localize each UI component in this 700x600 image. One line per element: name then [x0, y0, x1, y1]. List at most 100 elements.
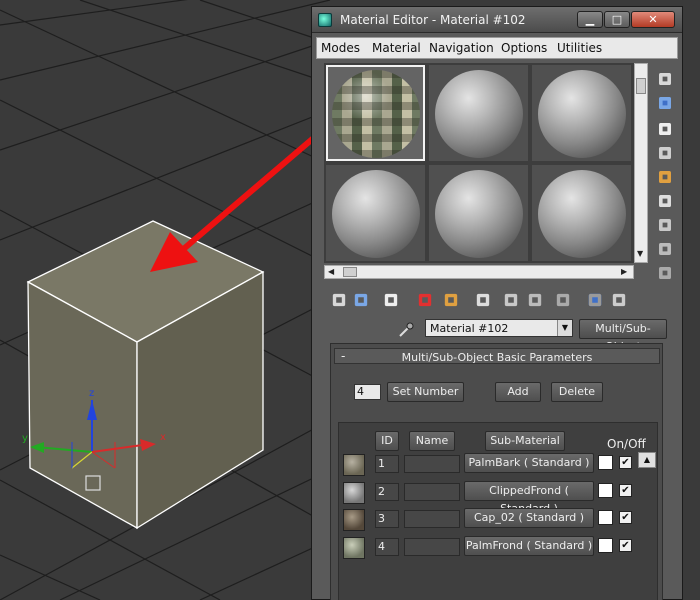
red-arrow-annotation: [150, 115, 340, 272]
title-bar[interactable]: Material Editor - Material #102 ▁ □ ✕: [312, 7, 682, 33]
row-name-field[interactable]: [404, 455, 460, 473]
get-material-icon[interactable]: [333, 294, 346, 307]
multi-sub-object-rollout: - Multi/Sub-Object Basic Parameters 4 Se…: [330, 343, 663, 600]
assign-to-selection-icon[interactable]: [385, 294, 398, 307]
sort-by-id-button[interactable]: ID: [375, 431, 399, 451]
add-button[interactable]: Add: [495, 382, 541, 402]
scroll-right-arrow-icon[interactable]: ▶: [621, 267, 627, 276]
menu-material[interactable]: Material: [372, 41, 421, 55]
options-icon[interactable]: [659, 219, 671, 231]
rollout-header[interactable]: - Multi/Sub-Object Basic Parameters: [334, 348, 660, 364]
row-id-field[interactable]: 3: [375, 510, 399, 528]
material-type-button[interactable]: Multi/Sub-Object: [579, 319, 667, 353]
sample-slot-4[interactable]: [326, 165, 425, 261]
sample-slot-5[interactable]: [429, 165, 528, 261]
bottom-toolbar: [324, 289, 674, 313]
sample-uv-tiling-icon[interactable]: [659, 147, 671, 159]
table-row: 2 ClippedFrond ( Standard ) ✔: [339, 481, 659, 515]
menu-utilities[interactable]: Utilities: [557, 41, 602, 55]
sub-material-button[interactable]: PalmBark ( Standard ): [464, 453, 594, 473]
go-forward-to-sibling-icon[interactable]: [613, 294, 626, 307]
box-object[interactable]: [26, 220, 265, 530]
number-of-materials-field[interactable]: 4: [354, 384, 381, 400]
sample-slot-1[interactable]: [326, 65, 425, 161]
sub-material-button[interactable]: Cap_02 ( Standard ): [464, 508, 594, 528]
set-number-button[interactable]: Set Number: [387, 382, 464, 402]
material-sphere-preview: [435, 170, 523, 258]
row-name-field[interactable]: [404, 538, 460, 556]
gizmo-y-label: y: [22, 433, 28, 444]
sub-material-thumbnail[interactable]: [343, 509, 365, 531]
scrollbar-thumb[interactable]: [343, 267, 357, 277]
material-map-navigator-icon[interactable]: [659, 267, 671, 279]
material-editor-app-icon: [318, 13, 332, 27]
color-swatch[interactable]: [598, 483, 613, 498]
sub-material-list: ID Name Sub-Material On/Off ▲ 1 PalmBark …: [338, 422, 658, 600]
reset-map-icon[interactable]: [419, 294, 432, 307]
sub-material-button[interactable]: PalmFrond ( Standard ): [464, 536, 594, 556]
material-sphere-preview: [332, 70, 420, 158]
chevron-down-icon[interactable]: ▼: [557, 320, 572, 336]
maximize-button[interactable]: □: [604, 11, 630, 28]
show-map-in-viewport-icon[interactable]: [529, 294, 542, 307]
sample-slot-6[interactable]: [532, 165, 631, 261]
menu-options[interactable]: Options: [501, 41, 547, 55]
close-button[interactable]: ✕: [631, 11, 675, 28]
sub-material-thumbnail[interactable]: [343, 454, 365, 476]
put-to-scene-icon[interactable]: [355, 294, 368, 307]
on-off-checkbox[interactable]: ✔: [619, 511, 632, 524]
put-to-library-icon[interactable]: [477, 294, 490, 307]
menu-modes[interactable]: Modes: [321, 41, 360, 55]
material-id-channel-icon[interactable]: [505, 294, 518, 307]
window-title: Material Editor - Material #102: [340, 13, 526, 27]
delete-button[interactable]: Delete: [551, 382, 603, 402]
sample-slot-2[interactable]: [429, 65, 528, 161]
background-checker-icon[interactable]: [659, 123, 671, 135]
material-sphere-preview: [435, 70, 523, 158]
material-name-row: Material #102 ▼ Multi/Sub-Object: [397, 319, 682, 353]
make-unique-icon[interactable]: [445, 294, 458, 307]
row-id-field[interactable]: 1: [375, 455, 399, 473]
sub-material-button[interactable]: ClippedFrond ( Standard ): [464, 481, 594, 515]
scroll-left-arrow-icon[interactable]: ◀: [328, 267, 334, 276]
color-swatch[interactable]: [598, 455, 613, 470]
material-editor-window[interactable]: Material Editor - Material #102 ▁ □ ✕ Mo…: [311, 6, 683, 600]
menu-bar: Modes Material Navigation Options Utilit…: [316, 37, 678, 59]
table-row: 3 Cap_02 ( Standard ) ✔: [339, 508, 659, 534]
sample-slots: [324, 63, 634, 263]
sample-type-sphere-icon[interactable]: [659, 73, 671, 85]
slots-vertical-scrollbar[interactable]: ▼: [634, 63, 648, 263]
make-preview-icon[interactable]: [659, 195, 671, 207]
row-id-field[interactable]: 4: [375, 538, 399, 556]
row-name-field[interactable]: [404, 510, 460, 528]
sort-by-name-button[interactable]: Name: [409, 431, 455, 451]
material-sphere-preview: [332, 170, 420, 258]
color-swatch[interactable]: [598, 510, 613, 525]
row-name-field[interactable]: [404, 483, 460, 501]
backlight-icon[interactable]: [659, 97, 671, 109]
on-off-checkbox[interactable]: ✔: [619, 539, 632, 552]
minimize-button[interactable]: ▁: [577, 11, 603, 28]
material-name-field[interactable]: Material #102: [425, 319, 573, 337]
table-row: 1 PalmBark ( Standard ) ✔: [339, 453, 659, 479]
row-id-field[interactable]: 2: [375, 483, 399, 501]
sample-slot-3[interactable]: [532, 65, 631, 161]
menu-navigation[interactable]: Navigation: [429, 41, 494, 55]
sub-material-thumbnail[interactable]: [343, 537, 365, 559]
gizmo-z-label: z: [89, 388, 94, 399]
scroll-down-arrow-icon[interactable]: ▼: [637, 249, 643, 258]
video-color-check-icon[interactable]: [659, 171, 671, 183]
select-by-material-icon[interactable]: [659, 243, 671, 255]
eyedropper-icon[interactable]: [397, 321, 415, 339]
on-off-checkbox[interactable]: ✔: [619, 456, 632, 469]
scrollbar-thumb[interactable]: [636, 78, 646, 94]
sub-material-thumbnail[interactable]: [343, 482, 365, 504]
sort-by-sub-material-button[interactable]: Sub-Material: [485, 431, 565, 451]
slots-horizontal-scrollbar[interactable]: ◀ ▶: [324, 265, 634, 279]
color-swatch[interactable]: [598, 538, 613, 553]
material-sphere-preview: [538, 70, 626, 158]
go-to-parent-icon[interactable]: [588, 293, 602, 307]
on-off-checkbox[interactable]: ✔: [619, 484, 632, 497]
show-end-result-icon[interactable]: [557, 294, 570, 307]
rollout-title: Multi/Sub-Object Basic Parameters: [401, 351, 593, 364]
